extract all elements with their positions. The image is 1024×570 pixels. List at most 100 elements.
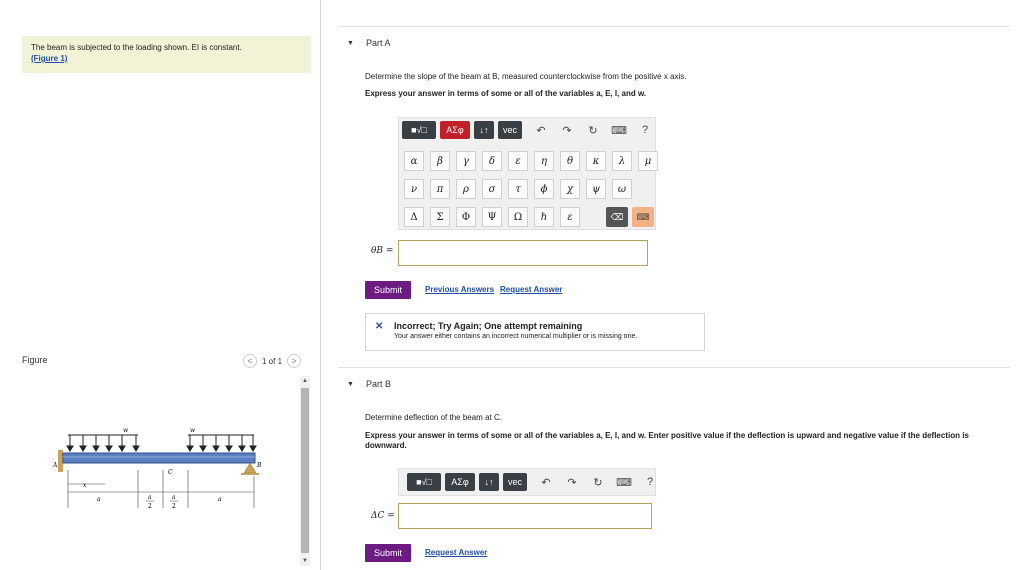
part-a-feedback: ✕ Incorrect; Try Again; One attempt rema… (365, 313, 705, 351)
part-b-answer-label: ΔC = (371, 511, 395, 521)
part-a-instructions: Express your answer in terms of some or … (365, 89, 647, 98)
beam (62, 452, 256, 464)
symbol-alpha[interactable]: α (404, 151, 424, 171)
symbol-capital-phi[interactable]: Φ (456, 207, 476, 227)
redo-icon[interactable]: ↷ (565, 473, 579, 491)
part-a-answer-label: θB = (371, 246, 394, 256)
symbol-chi[interactable]: χ (560, 179, 580, 199)
symbol-kappa[interactable]: κ (586, 151, 606, 171)
symbol-rho[interactable]: ρ (456, 179, 476, 199)
keyboard-toggle-icon[interactable]: ⌨ (632, 207, 654, 227)
reset-icon[interactable]: ↻ (591, 473, 605, 491)
symbol-omega[interactable]: ω (612, 179, 632, 199)
symbol-capital-psi[interactable]: Ψ (482, 207, 502, 227)
greek-row-1: α β γ δ ε η θ κ λ μ (404, 151, 664, 171)
symbol-capital-sigma[interactable]: Σ (430, 207, 450, 227)
symbol-phi[interactable]: ϕ (534, 179, 554, 199)
fixed-support-wall (58, 450, 63, 472)
greek-button[interactable]: ΑΣφ (440, 121, 470, 139)
scroll-down-icon[interactable]: ▼ (300, 556, 310, 566)
previous-answers-link[interactable]: Previous Answers (425, 285, 494, 294)
greek-button[interactable]: ΑΣφ (445, 473, 475, 491)
help-icon[interactable]: ? (638, 121, 652, 139)
next-figure-button[interactable]: > (287, 354, 302, 368)
part-a-submit-button[interactable]: Submit (365, 281, 411, 299)
figure-page-label: 1 of 1 (262, 356, 283, 366)
backspace-icon[interactable]: ⌫ (606, 207, 628, 227)
sort-button[interactable]: ↓↑ (479, 473, 499, 491)
symbol-delta[interactable]: δ (482, 151, 502, 171)
help-icon[interactable]: ? (643, 473, 657, 491)
w-left-label: w (123, 427, 129, 434)
a-half-numerator: a (148, 494, 152, 501)
symbol-pi[interactable]: π (430, 179, 450, 199)
roller-support (243, 462, 257, 474)
figure-link[interactable]: (Figure 1) (31, 53, 302, 64)
a-half2-numerator: a (172, 494, 176, 501)
templates-button[interactable]: ■√□ (407, 473, 441, 491)
symbol-epsilon[interactable]: ε (508, 151, 528, 171)
part-a-header[interactable]: ▼ Part A (338, 26, 1010, 56)
redo-icon[interactable]: ↷ (560, 121, 574, 139)
scroll-up-icon[interactable]: ▲ (300, 376, 310, 386)
symbol-eta[interactable]: η (534, 151, 554, 171)
part-b-toolbar: ■√□ ΑΣφ ↓↑ vec ↶ ↷ ↻ ⌨ ? (398, 471, 657, 493)
vec-button[interactable]: vec (503, 473, 527, 491)
symbol-sigma[interactable]: σ (482, 179, 502, 199)
w-right-label: w (190, 427, 196, 434)
beam-figure: w w A B C x a a 2 a 2 a (52, 427, 262, 510)
a-right-label: a (218, 496, 222, 503)
symbol-nu[interactable]: ν (404, 179, 424, 199)
point-b-label: B (256, 462, 262, 469)
part-b-title: Part B (366, 379, 392, 389)
undo-icon[interactable]: ↶ (539, 473, 553, 491)
a-left-label: a (97, 496, 101, 503)
symbol-capital-delta[interactable]: Δ (404, 207, 424, 227)
symbol-theta[interactable]: θ (560, 151, 580, 171)
templates-button[interactable]: ■√□ (402, 121, 436, 139)
reset-icon[interactable]: ↻ (586, 121, 600, 139)
incorrect-x-icon: ✕ (375, 321, 384, 332)
keyboard-icon[interactable]: ⌨ (616, 473, 632, 491)
part-b-answer-input[interactable] (398, 503, 652, 529)
point-c-label: C (168, 469, 173, 476)
part-a-request-answer-link[interactable]: Request Answer (500, 285, 562, 294)
a-half-denominator: 2 (148, 503, 152, 510)
symbol-hbar[interactable]: ℏ (534, 207, 554, 227)
symbol-beta[interactable]: β (430, 151, 450, 171)
part-a-question: Determine the slope of the beam at B, me… (365, 72, 687, 81)
symbol-mu[interactable]: μ (638, 151, 658, 171)
collapse-triangle-icon[interactable]: ▼ (347, 40, 354, 47)
symbol-gamma[interactable]: γ (456, 151, 476, 171)
keyboard-icon[interactable]: ⌨ (611, 121, 627, 139)
symbol-tau[interactable]: τ (508, 179, 528, 199)
symbol-capital-omega[interactable]: Ω (508, 207, 528, 227)
symbol-lambda[interactable]: λ (612, 151, 632, 171)
symbol-psi[interactable]: ψ (586, 179, 606, 199)
prev-figure-button[interactable]: < (243, 354, 257, 368)
left-distributed-load (66, 434, 140, 452)
part-a-toolbar: ■√□ ΑΣφ ↓↑ vec ↶ ↷ ↻ ⌨ ? (398, 119, 652, 141)
x-label: x (83, 482, 87, 489)
greek-row-3: Δ Σ Φ Ψ Ω ℏ ε (404, 207, 586, 227)
problem-statement: The beam is subjected to the loading sho… (31, 43, 242, 52)
undo-icon[interactable]: ↶ (534, 121, 548, 139)
part-b-instructions: Express your answer in terms of some or … (365, 431, 969, 450)
pane-divider (320, 0, 321, 570)
figure-scrollbar[interactable]: ▲ ▼ (300, 376, 310, 566)
figure-pager: < 1 of 1 > (243, 353, 302, 369)
part-a-answer-input[interactable] (398, 240, 648, 266)
part-b-header[interactable]: ▼ Part B (338, 367, 1010, 397)
a-half2-denominator: 2 (172, 503, 176, 510)
part-b-request-answer-link[interactable]: Request Answer (425, 548, 487, 557)
sort-button[interactable]: ↓↑ (474, 121, 494, 139)
feedback-message: Your answer either contains an incorrect… (394, 333, 638, 340)
collapse-triangle-icon[interactable]: ▼ (347, 381, 354, 388)
problem-statement-box: The beam is subjected to the loading sho… (22, 36, 311, 73)
vec-button[interactable]: vec (498, 121, 522, 139)
greek-row-2: ν π ρ σ τ ϕ χ ψ ω (404, 179, 638, 199)
symbol-varepsilon[interactable]: ε (560, 207, 580, 227)
part-b-question: Determine deflection of the beam at C. (365, 413, 502, 422)
scroll-thumb[interactable] (301, 388, 309, 553)
part-b-submit-button[interactable]: Submit (365, 544, 411, 562)
